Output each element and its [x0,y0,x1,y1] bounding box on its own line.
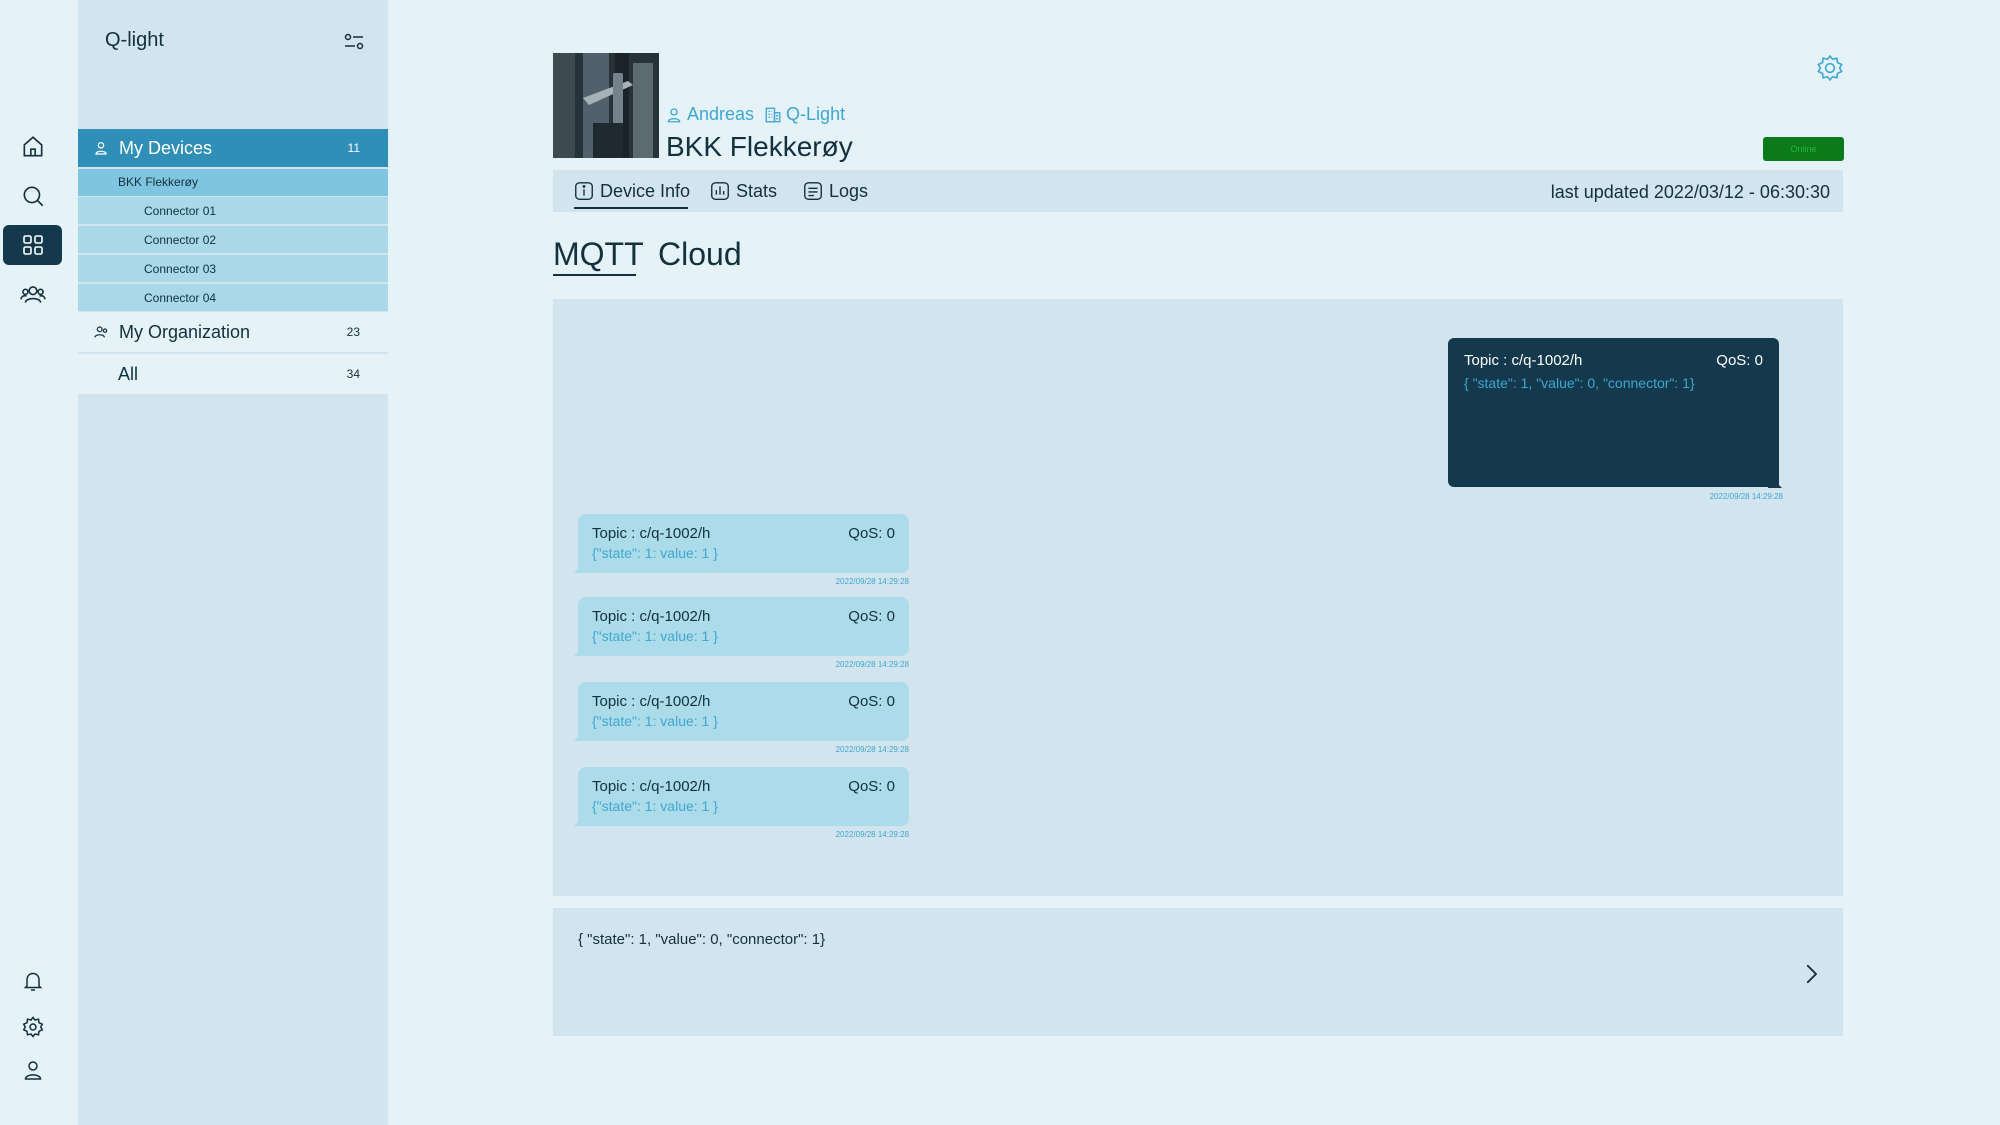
search-button[interactable] [3,176,62,216]
user-icon [95,142,107,155]
subtab-cloud[interactable]: Cloud [658,236,742,273]
device-owner-link[interactable]: Andreas [687,104,754,125]
message-payload: {"state": 1: value: 1 } [592,628,718,644]
count-badge: 11 [347,141,360,155]
icon-rail [0,0,78,1125]
message-topic: Topic : c/q-1002/h [592,778,711,795]
outgoing-message: Topic : c/q-1002/h QoS: 0 { "state": 1, … [1448,338,1779,487]
users-icon [94,326,108,338]
grid-icon [22,235,43,255]
device-org-link[interactable]: Q-Light [786,104,845,125]
device-photo [553,53,659,158]
info-icon [575,182,593,200]
message-qos: QoS: 0 [1716,352,1763,369]
tab-device-info[interactable]: Device Info [573,170,690,212]
message-timestamp: 2022/09/28 14:29:28 [1709,492,1783,501]
user-icon [24,1061,41,1080]
tab-stats[interactable]: Stats [709,170,777,212]
sidebar-item-my-organization[interactable]: My Organization 23 [78,312,388,352]
device-tabbar: Device Info Stats Logs last updated 2022… [553,170,1843,212]
logs-icon [804,182,822,200]
users-icon [19,286,46,303]
sidebar-item-connector[interactable]: Connector 03 [78,255,388,282]
users-button[interactable] [3,274,62,314]
message-payload: { "state": 1, "value": 0, "connector": 1… [1464,375,1695,391]
sidebar-item-label: My Devices [119,137,213,158]
message-topic: Topic : c/q-1002/h [1464,352,1583,369]
message-composer[interactable]: { "state": 1, "value": 0, "connector": 1… [553,908,1843,1036]
message-qos: QoS: 0 [848,778,895,795]
bell-icon [23,972,42,991]
composer-input[interactable]: { "state": 1, "value": 0, "connector": 1… [578,931,825,948]
incoming-message: Topic : c/q-1002/h QoS: 0 {"state": 1: va… [578,682,909,741]
message-qos: QoS: 0 [848,693,895,710]
incoming-message: Topic : c/q-1002/h QoS: 0 {"state": 1: va… [578,597,909,656]
message-qos: QoS: 0 [848,525,895,542]
incoming-message: Topic : c/q-1002/h QoS: 0 {"state": 1: va… [578,767,909,826]
message-timestamp: 2022/09/28 14:29:28 [835,745,909,754]
message-timestamp: 2022/09/28 14:29:28 [835,577,909,586]
count-badge: 34 [346,367,360,381]
home-icon [23,136,42,157]
active-tab-indicator [574,207,688,209]
filter-icon [344,33,364,50]
chevron-right-icon [1806,964,1818,984]
message-qos: QoS: 0 [848,608,895,625]
active-subtab-indicator [553,274,636,276]
tab-label: Stats [736,180,778,201]
gear-icon [22,1016,43,1038]
tab-logs[interactable]: Logs [802,170,868,212]
message-payload: {"state": 1: value: 1 } [592,545,718,561]
device-meta: Andreas Q-Light [665,104,845,125]
sidebar-item-connector[interactable]: Connector 04 [78,284,388,311]
devices-button[interactable] [3,225,62,265]
sidebar-item-connector[interactable]: Connector 01 [78,197,388,224]
device-settings-button[interactable] [1815,53,1845,83]
message-topic: Topic : c/q-1002/h [592,693,711,710]
brand-name: Q-light [105,29,164,51]
sidebar-item-my-devices[interactable]: My Devices 11 [78,129,388,167]
gear-icon [1817,54,1843,82]
stats-icon [711,182,729,200]
sidebar-item-all[interactable]: All 34 [78,354,388,394]
filter-button[interactable] [342,30,366,54]
message-topic: Topic : c/q-1002/h [592,608,711,625]
tab-label: Logs [829,180,869,201]
sidebar-item-label: My Organization [119,321,251,342]
status-badge: Online [1763,137,1844,161]
message-payload: {"state": 1: value: 1 } [592,713,718,729]
search-icon [23,186,43,207]
profile-button[interactable] [3,1050,62,1090]
sidebar-item-label: All [118,363,139,384]
message-topic: Topic : c/q-1002/h [592,525,711,542]
building-icon [765,107,781,122]
user-icon [667,107,681,122]
tab-label: Device Info [600,180,691,201]
send-button[interactable] [1796,959,1826,989]
message-timestamp: 2022/09/28 14:29:28 [835,830,909,839]
message-timestamp: 2022/09/28 14:29:28 [835,660,909,669]
device-title: BKK Flekkerøy [666,131,853,162]
sidebar-item-device[interactable]: BKK Flekkerøy [78,169,388,196]
sidebar-item-connector[interactable]: Connector 02 [78,226,388,253]
last-updated: last updated 2022/03/12 - 06:30:30 [1550,182,1830,202]
settings-button[interactable] [3,1007,62,1047]
notifications-button[interactable] [3,961,62,1001]
message-payload: {"state": 1: value: 1 } [592,798,718,814]
incoming-message: Topic : c/q-1002/h QoS: 0 {"state": 1: va… [578,514,909,573]
sidebar: Q-light My Devices 11 BKK Flekkerøy Conn… [78,0,388,1125]
subtab-mqtt[interactable]: MQTT [553,236,644,273]
home-button[interactable] [3,127,62,167]
count-badge: 23 [346,325,360,339]
